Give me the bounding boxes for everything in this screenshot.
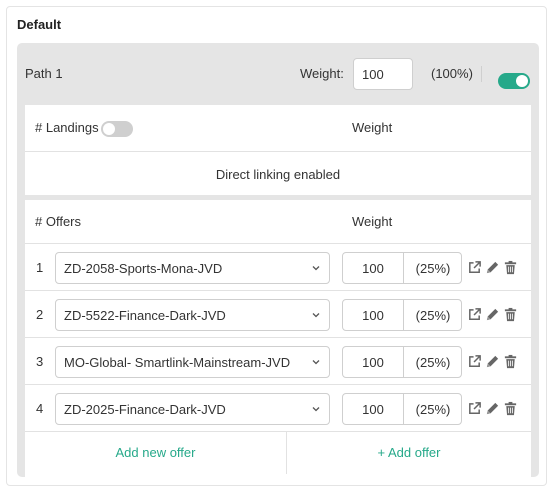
chevron-down-icon (312, 360, 320, 365)
section-title: Default (17, 17, 62, 32)
offer-weight-box[interactable]: 100 (25%) (342, 252, 462, 284)
offer-weight-input[interactable]: 100 (343, 261, 403, 276)
offer-weight-input[interactable]: 100 (343, 355, 403, 370)
landings-panel: # Landings Weight Direct linking enabled (25, 105, 531, 195)
chevron-down-icon (312, 407, 320, 412)
path-weight-input[interactable] (353, 58, 413, 90)
offer-number: 2 (36, 307, 44, 322)
offer-select-value: ZD-5522-Finance-Dark-JVD (64, 308, 226, 323)
landings-weight-header: Weight (352, 120, 393, 135)
offer-select-value: ZD-2025-Finance-Dark-JVD (64, 402, 226, 417)
path-weight-label: Weight: (300, 66, 344, 81)
default-path-card: Default Path 1 Weight: (100%) # Landings… (6, 6, 547, 486)
offer-actions (467, 354, 527, 370)
offer-weight-percent: (25%) (415, 402, 451, 417)
offer-select[interactable]: ZD-5522-Finance-Dark-JVD (55, 299, 330, 331)
toggle-knob (103, 123, 115, 135)
offer-row: 2 ZD-5522-Finance-Dark-JVD 100 (25%) (25, 291, 531, 338)
external-link-icon[interactable] (467, 401, 482, 416)
landings-toggle[interactable] (101, 121, 133, 137)
offer-weight-percent: (25%) (415, 308, 451, 323)
add-offer-button[interactable]: + Add offer (287, 432, 531, 474)
offer-select-value: MO-Global- Smartlink-Mainstream-JVD (64, 355, 291, 370)
path-panel: Path 1 Weight: (100%) # Landings Weight … (17, 43, 539, 481)
offer-select-value: ZD-2058-Sports-Mona-JVD (64, 261, 223, 276)
landings-header: # Landings Weight (25, 105, 531, 152)
offer-row: 3 MO-Global- Smartlink-Mainstream-JVD 10… (25, 338, 531, 385)
chevron-down-icon (312, 266, 320, 271)
landings-label: # Landings (35, 120, 99, 135)
pencil-icon[interactable] (485, 307, 500, 322)
offer-actions (467, 401, 527, 417)
offers-header: # Offers Weight (25, 200, 531, 244)
offer-actions (467, 260, 527, 276)
offer-row: 4 ZD-2025-Finance-Dark-JVD 100 (25%) (25, 385, 531, 432)
path-enabled-toggle[interactable] (498, 73, 530, 89)
trash-icon[interactable] (503, 354, 518, 369)
offer-weight-percent: (25%) (415, 261, 451, 276)
trash-icon[interactable] (503, 401, 518, 416)
offer-weight-input[interactable]: 100 (343, 402, 403, 417)
offer-select[interactable]: ZD-2025-Finance-Dark-JVD (55, 393, 330, 425)
path-weight-percent: (100%) (431, 66, 473, 81)
offer-number: 3 (36, 354, 44, 369)
offer-select[interactable]: MO-Global- Smartlink-Mainstream-JVD (55, 346, 330, 378)
divider (481, 66, 482, 82)
offer-weight-box[interactable]: 100 (25%) (342, 393, 462, 425)
offer-weight-box[interactable]: 100 (25%) (342, 299, 462, 331)
offers-weight-header: Weight (352, 214, 393, 229)
external-link-icon[interactable] (467, 354, 482, 369)
trash-icon[interactable] (503, 307, 518, 322)
pencil-icon[interactable] (485, 401, 500, 416)
add-offer-row: Add new offer + Add offer (25, 432, 531, 474)
trash-icon[interactable] (503, 260, 518, 275)
external-link-icon[interactable] (467, 260, 482, 275)
path-name[interactable]: Path 1 (25, 66, 63, 81)
pencil-icon[interactable] (485, 260, 500, 275)
offers-label: # Offers (35, 214, 82, 229)
offer-weight-box[interactable]: 100 (25%) (342, 346, 462, 378)
offer-row: 1 ZD-2058-Sports-Mona-JVD 100 (25%) (25, 244, 531, 291)
offer-number: 1 (36, 260, 44, 275)
offer-number: 4 (36, 401, 44, 416)
pencil-icon[interactable] (485, 354, 500, 369)
direct-linking-text: Direct linking enabled (215, 167, 341, 182)
external-link-icon[interactable] (467, 307, 482, 322)
path-header: Path 1 Weight: (100%) (17, 43, 539, 105)
offer-actions (467, 307, 527, 323)
chevron-down-icon (312, 313, 320, 318)
offer-select[interactable]: ZD-2058-Sports-Mona-JVD (55, 252, 330, 284)
toggle-knob (516, 75, 528, 87)
offers-panel: # Offers Weight 1 ZD-2058-Sports-Mona-JV… (25, 200, 531, 481)
add-new-offer-button[interactable]: Add new offer (25, 432, 287, 474)
offer-weight-input[interactable]: 100 (343, 308, 403, 323)
offer-weight-percent: (25%) (415, 355, 451, 370)
